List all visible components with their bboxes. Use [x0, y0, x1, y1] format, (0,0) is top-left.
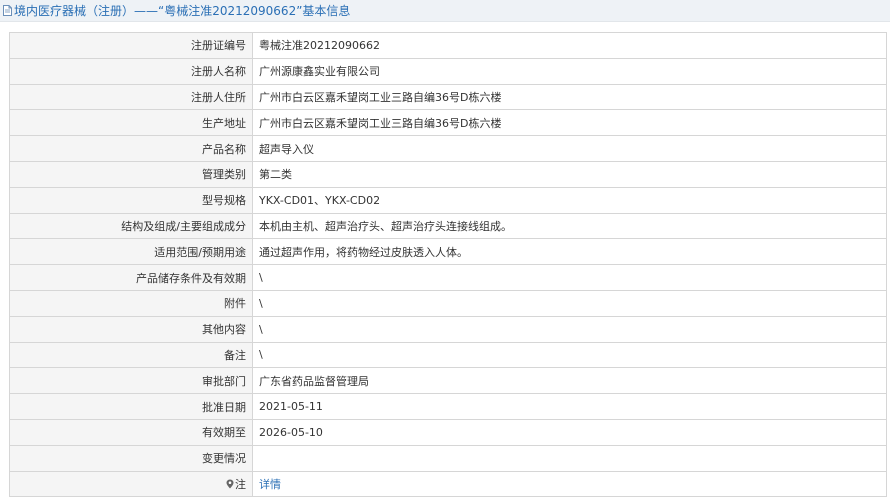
- note-label: 注: [235, 477, 246, 491]
- field-label: 附件: [9, 289, 253, 317]
- details-link[interactable]: 详情: [259, 478, 281, 491]
- table-row: 审批部门 广东省药品监督管理局: [9, 367, 887, 395]
- note-value-cell: 详情: [252, 470, 887, 497]
- table-row: 其他内容 \: [9, 315, 887, 343]
- table-row: 有效期至 2026-05-10: [9, 418, 887, 446]
- table-row: 管理类别 第二类: [9, 160, 887, 188]
- field-value: 广东省药品监督管理局: [252, 367, 887, 395]
- field-value: \: [252, 315, 887, 343]
- field-label: 产品名称: [9, 135, 253, 162]
- table-row: 注册人住所 广州市白云区嘉禾望岗工业三路自编36号D栋六楼: [9, 83, 887, 111]
- field-value: 本机由主机、超声治疗头、超声治疗头连接线组成。: [252, 212, 887, 240]
- field-value: [252, 444, 887, 472]
- table-row: 产品名称 超声导入仪: [9, 135, 887, 162]
- table-row: 注册人名称 广州源康鑫实业有限公司: [9, 57, 887, 85]
- field-value: \: [252, 264, 887, 291]
- table-row: 附件 \: [9, 289, 887, 317]
- table-row: 生产地址 广州市白云区嘉禾望岗工业三路自编36号D栋六楼: [9, 109, 887, 137]
- note-label-cell: 注: [9, 470, 253, 497]
- table-row: 变更情况: [9, 444, 887, 472]
- page-header: 境内医疗器械（注册）——“粤械注准20212090662”基本信息: [0, 0, 890, 22]
- page-title: 境内医疗器械（注册）——“粤械注准20212090662”基本信息: [14, 4, 351, 18]
- document-icon: [3, 5, 12, 16]
- field-value: 通过超声作用，将药物经过皮肤透入人体。: [252, 238, 887, 266]
- field-value: 超声导入仪: [252, 135, 887, 162]
- table-row: 注册证编号 粤械注准20212090662: [9, 32, 887, 59]
- note-row: 注详情: [9, 470, 887, 497]
- field-label: 其他内容: [9, 315, 253, 343]
- table-row: 备注 \: [9, 341, 887, 369]
- table-row: 结构及组成/主要组成成分 本机由主机、超声治疗头、超声治疗头连接线组成。: [9, 212, 887, 240]
- table-row: 产品储存条件及有效期 \: [9, 264, 887, 291]
- field-value: 粤械注准20212090662: [252, 32, 887, 59]
- field-label: 结构及组成/主要组成成分: [9, 212, 253, 240]
- field-label: 备注: [9, 341, 253, 369]
- field-label: 注册人名称: [9, 57, 253, 85]
- field-label: 产品储存条件及有效期: [9, 264, 253, 291]
- field-value: \: [252, 341, 887, 369]
- field-label: 管理类别: [9, 160, 253, 188]
- field-value: 广州源康鑫实业有限公司: [252, 57, 887, 85]
- field-value: 2021-05-11: [252, 393, 887, 420]
- field-value: 2026-05-10: [252, 418, 887, 446]
- field-label: 批准日期: [9, 393, 253, 420]
- field-label: 适用范围/预期用途: [9, 238, 253, 266]
- field-value: 广州市白云区嘉禾望岗工业三路自编36号D栋六楼: [252, 83, 887, 111]
- table-row: 适用范围/预期用途 通过超声作用，将药物经过皮肤透入人体。: [9, 238, 887, 266]
- field-value: 广州市白云区嘉禾望岗工业三路自编36号D栋六楼: [252, 109, 887, 137]
- registration-info-table: 注册证编号 粤械注准20212090662 注册人名称 广州源康鑫实业有限公司 注册人住…: [9, 32, 887, 497]
- table-row: 型号规格 YKX-CD01、YKX-CD02: [9, 186, 887, 214]
- table-row: 批准日期 2021-05-11: [9, 393, 887, 420]
- field-value: 第二类: [252, 160, 887, 188]
- field-value: \: [252, 289, 887, 317]
- field-value: YKX-CD01、YKX-CD02: [252, 186, 887, 214]
- pin-icon: [226, 479, 234, 489]
- field-label: 注册人住所: [9, 83, 253, 111]
- field-label: 型号规格: [9, 186, 253, 214]
- field-label: 审批部门: [9, 367, 253, 395]
- field-label: 变更情况: [9, 444, 253, 472]
- field-label: 有效期至: [9, 418, 253, 446]
- field-label: 注册证编号: [9, 32, 253, 59]
- field-label: 生产地址: [9, 109, 253, 137]
